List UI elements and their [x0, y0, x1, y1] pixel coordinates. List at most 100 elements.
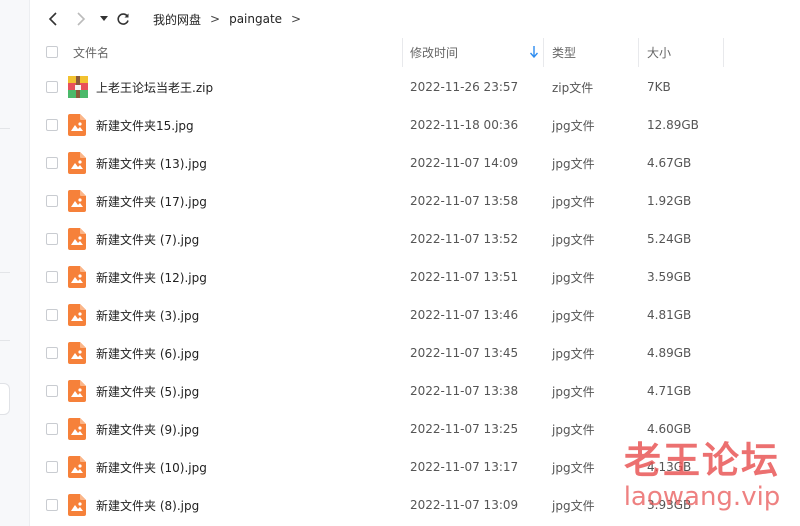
image-file-icon — [68, 190, 86, 212]
table-row[interactable]: 新建文件夹 (5).jpg 2022-11-07 13:38 jpg文件 4.71GB — [33, 372, 800, 410]
file-type: jpg文件 — [552, 460, 595, 475]
sidebar-edge — [0, 0, 30, 526]
chevron-right-icon — [77, 12, 86, 26]
file-size: 4.89GB — [647, 346, 692, 360]
image-file-icon — [68, 456, 86, 478]
row-checkbox[interactable] — [46, 385, 58, 397]
row-checkbox[interactable] — [46, 195, 58, 207]
refresh-icon — [117, 13, 129, 25]
image-file-icon — [68, 380, 86, 402]
column-header-modified[interactable]: 修改时间 — [410, 38, 458, 67]
sidebar-divider — [0, 272, 10, 273]
table-row[interactable]: 新建文件夹 (9).jpg 2022-11-07 13:25 jpg文件 4.60GB — [33, 410, 800, 448]
file-type: jpg文件 — [552, 194, 595, 209]
file-size: 7KB — [647, 80, 671, 94]
file-name[interactable]: 新建文件夹15.jpg — [96, 106, 194, 144]
file-modified-time: 2022-11-07 14:09 — [410, 156, 519, 170]
column-header-size[interactable]: 大小 — [647, 38, 671, 67]
file-name[interactable]: 新建文件夹 (7).jpg — [96, 220, 199, 258]
file-name[interactable]: 新建文件夹 (5).jpg — [96, 372, 199, 410]
select-all-checkbox[interactable] — [46, 46, 58, 58]
row-checkbox[interactable] — [46, 423, 58, 435]
breadcrumb-item-root[interactable]: 我的网盘 — [153, 11, 201, 28]
file-name[interactable]: 新建文件夹 (13).jpg — [96, 144, 207, 182]
file-modified-time: 2022-11-07 13:38 — [410, 384, 519, 398]
column-header-type[interactable]: 类型 — [552, 38, 576, 67]
file-size: 12.89GB — [647, 118, 699, 132]
file-modified-time: 2022-11-07 13:25 — [410, 422, 519, 436]
image-file-icon — [68, 494, 86, 516]
file-type: jpg文件 — [552, 118, 595, 133]
image-file-icon — [68, 418, 86, 440]
column-divider — [543, 38, 544, 67]
file-type: jpg文件 — [552, 346, 595, 361]
column-header-name[interactable]: 文件名 — [73, 38, 109, 67]
image-file-icon — [68, 152, 86, 174]
row-checkbox[interactable] — [46, 461, 58, 473]
table-row[interactable]: 上老王论坛当老王.zip 2022-11-26 23:57 zip文件 7KB — [33, 68, 800, 106]
file-size: 4.60GB — [647, 422, 692, 436]
file-modified-time: 2022-11-26 23:57 — [410, 80, 519, 94]
file-name[interactable]: 新建文件夹 (9).jpg — [96, 410, 199, 448]
file-size: 4.13GB — [647, 460, 692, 474]
table-row[interactable]: 新建文件夹15.jpg 2022-11-18 00:36 jpg文件 12.89GB — [33, 106, 800, 144]
row-checkbox[interactable] — [46, 233, 58, 245]
table-row[interactable]: 新建文件夹 (3).jpg 2022-11-07 13:46 jpg文件 4.81GB — [33, 296, 800, 334]
row-checkbox[interactable] — [46, 309, 58, 321]
file-name[interactable]: 新建文件夹 (17).jpg — [96, 182, 207, 220]
sidebar-divider — [0, 128, 10, 129]
table-row[interactable]: 新建文件夹 (13).jpg 2022-11-07 14:09 jpg文件 4.67G… — [33, 144, 800, 182]
file-modified-time: 2022-11-07 13:17 — [410, 460, 519, 474]
row-checkbox[interactable] — [46, 81, 58, 93]
back-button[interactable] — [43, 9, 63, 29]
file-name[interactable]: 新建文件夹 (3).jpg — [96, 296, 199, 334]
breadcrumb-separator: > — [291, 12, 302, 26]
table-row[interactable]: 新建文件夹 (6).jpg 2022-11-07 13:45 jpg文件 4.89GB — [33, 334, 800, 372]
breadcrumb-separator: > — [210, 12, 221, 26]
table-row[interactable]: 新建文件夹 (17).jpg 2022-11-07 13:58 jpg文件 1.92G… — [33, 182, 800, 220]
zip-archive-icon — [68, 76, 88, 98]
column-divider — [402, 38, 403, 67]
file-modified-time: 2022-11-07 13:09 — [410, 498, 519, 512]
row-checkbox[interactable] — [46, 499, 58, 511]
table-row[interactable]: 新建文件夹 (7).jpg 2022-11-07 13:52 jpg文件 5.24GB — [33, 220, 800, 258]
file-name[interactable]: 新建文件夹 (10).jpg — [96, 448, 207, 486]
file-size: 3.93GB — [647, 498, 692, 512]
breadcrumb: 我的网盘 > paingate > — [153, 0, 310, 38]
caret-down-icon — [100, 16, 108, 21]
file-type: jpg文件 — [552, 498, 595, 513]
history-dropdown-button[interactable] — [94, 9, 114, 29]
file-modified-time: 2022-11-18 00:36 — [410, 118, 519, 132]
file-type: zip文件 — [552, 80, 594, 95]
file-type: jpg文件 — [552, 232, 595, 247]
forward-button[interactable] — [71, 9, 91, 29]
table-row[interactable]: 新建文件夹 (10).jpg 2022-11-07 13:17 jpg文件 4.13G… — [33, 448, 800, 486]
file-name[interactable]: 上老王论坛当老王.zip — [96, 68, 213, 106]
image-file-icon — [68, 114, 86, 136]
table-row[interactable]: 新建文件夹 (12).jpg 2022-11-07 13:51 jpg文件 3.59G… — [33, 258, 800, 296]
chevron-left-icon — [48, 12, 57, 26]
file-list-panel: 我的网盘 > paingate > 文件名 修改时间 类型 大小 上老王论坛当老… — [33, 0, 800, 526]
row-checkbox[interactable] — [46, 347, 58, 359]
file-type: jpg文件 — [552, 384, 595, 399]
row-checkbox[interactable] — [46, 119, 58, 131]
file-modified-time: 2022-11-07 13:46 — [410, 308, 519, 322]
file-name[interactable]: 新建文件夹 (12).jpg — [96, 258, 207, 296]
table-row[interactable]: 新建文件夹 (8).jpg 2022-11-07 13:09 jpg文件 3.93GB — [33, 486, 800, 524]
file-type: jpg文件 — [552, 422, 595, 437]
sort-descending-icon[interactable] — [530, 46, 538, 58]
file-name[interactable]: 新建文件夹 (6).jpg — [96, 334, 199, 372]
column-divider — [638, 38, 639, 67]
row-checkbox[interactable] — [46, 157, 58, 169]
image-file-icon — [68, 228, 86, 250]
sidebar-collapse-handle[interactable] — [0, 383, 10, 415]
file-name[interactable]: 新建文件夹 (8).jpg — [96, 486, 199, 524]
file-modified-time: 2022-11-07 13:58 — [410, 194, 519, 208]
row-checkbox[interactable] — [46, 271, 58, 283]
file-size: 4.81GB — [647, 308, 692, 322]
file-type: jpg文件 — [552, 270, 595, 285]
image-file-icon — [68, 266, 86, 288]
file-type: jpg文件 — [552, 308, 595, 323]
breadcrumb-item-current[interactable]: paingate — [229, 12, 282, 26]
refresh-button[interactable] — [113, 9, 133, 29]
